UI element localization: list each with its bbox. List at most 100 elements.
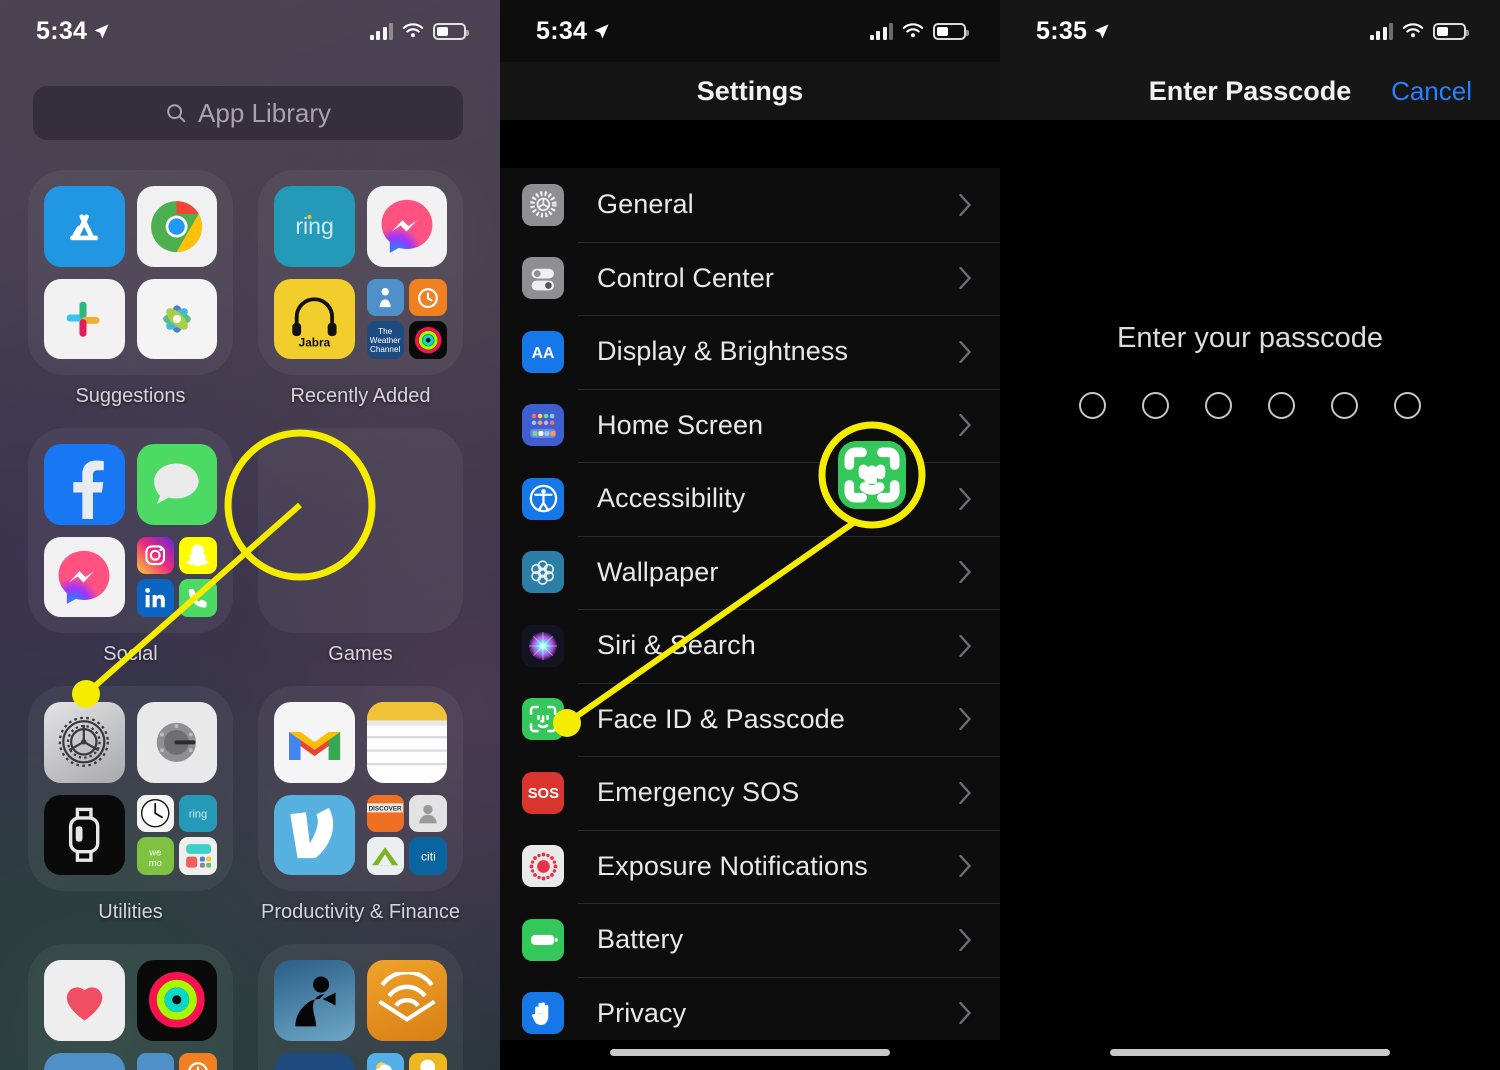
list-top-gap bbox=[500, 120, 1000, 168]
fidelity-icon[interactable] bbox=[366, 837, 405, 875]
settings-row-battery[interactable]: Battery bbox=[500, 903, 1000, 977]
mini-icon-group[interactable] bbox=[136, 536, 217, 617]
chevron-right-icon bbox=[959, 781, 972, 804]
health-icon[interactable] bbox=[44, 960, 125, 1041]
gauge-icon[interactable] bbox=[136, 702, 217, 783]
settings-row-label: Battery bbox=[597, 924, 684, 955]
phone-icon[interactable] bbox=[179, 579, 217, 617]
slack-icon[interactable] bbox=[44, 278, 125, 359]
settings-row-wallpaper[interactable]: Wallpaper bbox=[500, 535, 1000, 610]
folder-reading[interactable]: The bbox=[258, 944, 463, 1070]
alarm-icon[interactable] bbox=[179, 1052, 217, 1070]
shortcuts-icon[interactable] bbox=[179, 837, 217, 875]
svg-text:SOS: SOS bbox=[527, 787, 558, 803]
snapchat-icon[interactable] bbox=[179, 536, 217, 575]
folder-social[interactable]: Social bbox=[28, 428, 233, 666]
mini-icon-group[interactable] bbox=[366, 1052, 447, 1070]
settings-row-exposure-notifications[interactable]: Exposure Notifications bbox=[500, 829, 1000, 904]
wemo-icon[interactable]: we mo bbox=[136, 837, 175, 875]
jabra-icon[interactable]: Jabra bbox=[274, 278, 355, 359]
folder-label: Social bbox=[103, 643, 158, 665]
app-library-folders: Suggestions ring Jabra The Weather Chann… bbox=[0, 170, 500, 1070]
app-store-icon[interactable] bbox=[44, 186, 125, 267]
folder-games[interactable]: Games bbox=[258, 428, 463, 666]
folder-label: Utilities bbox=[98, 901, 163, 923]
messages-icon[interactable] bbox=[136, 444, 217, 525]
clock-icon[interactable] bbox=[136, 794, 175, 833]
settings-row-label: Wallpaper bbox=[597, 556, 719, 587]
folder-row: Social Games bbox=[0, 428, 500, 666]
audible-icon[interactable] bbox=[366, 960, 447, 1041]
settings-row-display-brightness[interactable]: AA Display & Brightness bbox=[500, 315, 1000, 389]
cancel-button[interactable]: Cancel bbox=[1391, 76, 1472, 107]
weather-channel-icon[interactable]: The bbox=[274, 1052, 355, 1070]
notes-icon[interactable] bbox=[366, 702, 447, 783]
weather-icon[interactable] bbox=[366, 1052, 405, 1070]
settings-nav-bar: Settings bbox=[500, 62, 1000, 120]
page-title: Enter Passcode bbox=[1148, 75, 1352, 106]
alarm-icon[interactable] bbox=[409, 278, 447, 317]
mini-app-icon[interactable] bbox=[136, 1052, 175, 1070]
app-grid-icon bbox=[522, 404, 564, 447]
svg-text:DISCOVER: DISCOVER bbox=[369, 806, 402, 813]
mini-icon-group[interactable]: The Weather Channel bbox=[366, 278, 447, 359]
mini-app-icon[interactable] bbox=[44, 1052, 125, 1070]
folder-suggestions[interactable]: Suggestions bbox=[28, 170, 233, 408]
settings-row-control-center[interactable]: Control Center bbox=[500, 241, 1000, 316]
ring-icon[interactable]: ring bbox=[274, 186, 355, 267]
hand-icon bbox=[522, 992, 564, 1035]
chevron-right-icon bbox=[959, 487, 972, 510]
mini-icon-group[interactable]: ring we mo bbox=[136, 794, 217, 875]
bulb-icon[interactable] bbox=[409, 1052, 447, 1070]
settings-row-face-id-passcode[interactable]: Face ID & Passcode bbox=[500, 682, 1000, 757]
kindle-icon[interactable] bbox=[274, 960, 355, 1041]
activity-icon[interactable] bbox=[409, 321, 447, 359]
folder-row: ring we mo Utilities DISCOVER citi Produ… bbox=[0, 686, 500, 924]
discover-icon[interactable]: DISCOVER bbox=[366, 794, 405, 833]
mini-icon-group[interactable] bbox=[136, 1052, 217, 1070]
search-input[interactable]: App Library bbox=[33, 86, 463, 140]
citi-icon[interactable]: citi bbox=[409, 837, 447, 875]
ring-icon[interactable]: ring bbox=[179, 794, 217, 833]
settings-row-privacy[interactable]: Privacy bbox=[500, 976, 1000, 1051]
photos-icon[interactable] bbox=[136, 278, 217, 359]
activity-icon[interactable] bbox=[136, 960, 217, 1041]
chevron-right-icon bbox=[959, 928, 972, 951]
cellular-bars-icon bbox=[369, 23, 393, 40]
settings-row-home-screen[interactable]: Home Screen bbox=[500, 388, 1000, 463]
settings-panel: 5:34 Settings General Control Center AA … bbox=[500, 0, 1000, 1070]
mini-icon-group[interactable]: DISCOVER citi bbox=[366, 794, 447, 875]
screenshot-stage: 5:34 App Library Suggestions ring Jabra … bbox=[0, 0, 1500, 1070]
status-bar-passcode: 5:35 bbox=[1000, 0, 1500, 62]
mini-app-icon[interactable] bbox=[366, 278, 405, 317]
gmail-icon[interactable] bbox=[274, 702, 355, 783]
settings-row-general[interactable]: General bbox=[500, 168, 1000, 242]
folder-utilities[interactable]: ring we mo Utilities bbox=[28, 686, 233, 924]
weather-channel-icon[interactable]: The Weather Channel bbox=[366, 321, 405, 359]
settings-row-emergency-sos[interactable]: SOS Emergency SOS bbox=[500, 756, 1000, 830]
linkedin-icon[interactable] bbox=[136, 579, 175, 617]
facebook-icon[interactable] bbox=[44, 444, 125, 525]
venmo-icon[interactable] bbox=[274, 794, 355, 875]
messenger-icon[interactable] bbox=[366, 186, 447, 267]
battery-icon bbox=[933, 23, 969, 40]
watch-icon[interactable] bbox=[44, 794, 125, 875]
chrome-icon[interactable] bbox=[136, 186, 217, 267]
folder-productivity-finance[interactable]: DISCOVER citi Productivity & Finance bbox=[258, 686, 463, 924]
instagram-icon[interactable] bbox=[136, 536, 175, 575]
contacts-icon[interactable] bbox=[409, 794, 447, 833]
folder-recently-added[interactable]: ring Jabra The Weather Channel Recently … bbox=[258, 170, 463, 408]
folder-health-fitness[interactable] bbox=[28, 944, 233, 1070]
face-id-icon bbox=[522, 698, 564, 741]
home-indicator[interactable] bbox=[1110, 1049, 1390, 1056]
passcode-dots[interactable] bbox=[1000, 392, 1500, 419]
folder-grid: ring Jabra The Weather Channel bbox=[258, 170, 463, 375]
home-indicator[interactable] bbox=[610, 1049, 890, 1056]
folder-grid bbox=[258, 428, 463, 633]
settings-row-accessibility[interactable]: Accessibility bbox=[500, 462, 1000, 536]
settings-row-siri-search[interactable]: Siri & Search bbox=[500, 609, 1000, 683]
messenger-icon[interactable] bbox=[44, 536, 125, 617]
battery-icon bbox=[522, 918, 564, 961]
settings-icon[interactable] bbox=[44, 702, 125, 783]
passcode-dot bbox=[1394, 392, 1421, 419]
